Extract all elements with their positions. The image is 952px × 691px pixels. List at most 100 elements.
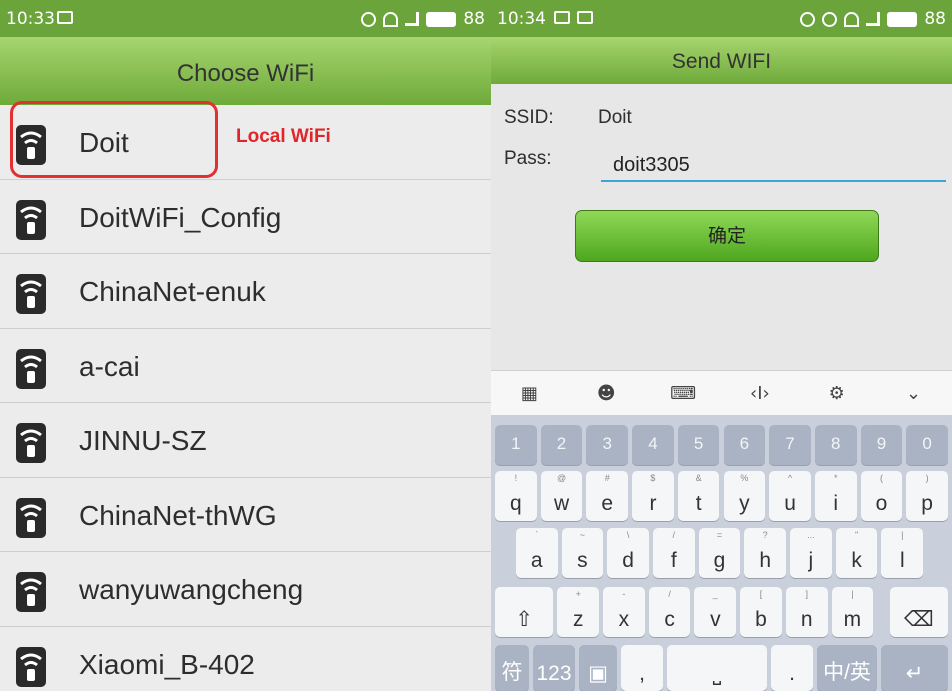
wifi-item-chinanet-thwg[interactable]: ChinaNet-thWG bbox=[0, 478, 491, 552]
key-sublabel: / bbox=[672, 530, 676, 540]
key-label: t bbox=[695, 492, 702, 515]
period-key[interactable]: . bbox=[771, 645, 813, 691]
message-notification-icon bbox=[554, 11, 570, 24]
wifi-icon bbox=[16, 497, 46, 538]
clipboard-key[interactable]: ▣ bbox=[579, 645, 617, 691]
key-sublabel: | bbox=[851, 589, 854, 599]
backspace-key[interactable]: ⌫ bbox=[889, 587, 948, 637]
key-v[interactable]: _ v bbox=[694, 587, 737, 637]
key-label: i bbox=[833, 492, 839, 515]
key-sublabel: % bbox=[740, 473, 749, 483]
sync-icon bbox=[800, 11, 816, 27]
key-x[interactable]: -x bbox=[603, 587, 645, 637]
key-5[interactable]: 5 bbox=[677, 425, 720, 465]
key-2[interactable]: 2 bbox=[540, 425, 583, 465]
confirm-button[interactable]: 确定 bbox=[575, 210, 879, 262]
shift-key[interactable]: ⇧ bbox=[495, 587, 554, 637]
key-g[interactable]: = g bbox=[698, 528, 741, 578]
key-q[interactable]: ! q bbox=[495, 471, 537, 521]
key-6[interactable]: 6 bbox=[723, 425, 766, 465]
key-b[interactable]: [b bbox=[740, 587, 782, 637]
number-mode-key[interactable]: 123 bbox=[533, 645, 575, 691]
key-7[interactable]: 7 bbox=[769, 425, 811, 465]
key-9[interactable]: 9 bbox=[860, 425, 903, 465]
status-bar: 10:34 88 bbox=[491, 0, 952, 37]
key-y[interactable]: % y bbox=[723, 471, 766, 521]
key-label: 3 bbox=[602, 434, 612, 453]
comma-key[interactable]: , bbox=[621, 645, 663, 691]
key-label: 6 bbox=[739, 434, 750, 453]
key-k[interactable]: " k bbox=[835, 528, 878, 578]
emoji-icon[interactable]: ☻ bbox=[594, 381, 618, 405]
language-switch-key[interactable]: 中/英 bbox=[817, 645, 877, 691]
key-label: 2 bbox=[556, 434, 567, 453]
key-3[interactable]: 3 bbox=[586, 425, 629, 465]
key-i[interactable]: * i bbox=[814, 471, 857, 521]
key-sublabel: ~ bbox=[579, 530, 586, 540]
key-label: 9 bbox=[876, 434, 887, 453]
key-n[interactable]: ] n bbox=[785, 587, 828, 637]
key-label: 123 bbox=[536, 662, 572, 685]
key-label: y bbox=[739, 492, 750, 515]
wifi-item-xiaomi-b-402[interactable]: Xiaomi_B-402 bbox=[0, 627, 491, 691]
key-1[interactable]: 1 bbox=[495, 425, 537, 465]
key-t[interactable]: & t bbox=[677, 471, 720, 521]
key-label: . bbox=[789, 662, 795, 685]
wifi-item-chinanet-enuk[interactable]: ChinaNet-enuk bbox=[0, 254, 491, 329]
key-sublabel: * bbox=[833, 473, 838, 483]
ssid-value: Doit bbox=[598, 107, 632, 128]
key-label: ⇧ bbox=[515, 608, 533, 631]
key-r[interactable]: $ r bbox=[632, 471, 674, 521]
password-field[interactable]: doit3305 bbox=[601, 146, 946, 182]
key-sublabel: ! bbox=[514, 473, 518, 483]
symbol-key[interactable]: 符 bbox=[495, 645, 529, 691]
key-sublabel: | bbox=[901, 530, 904, 540]
key-m[interactable]: | m bbox=[831, 587, 874, 637]
key-label: k bbox=[851, 549, 862, 572]
key-w[interactable]: @ w bbox=[540, 471, 583, 521]
key-f[interactable]: / f bbox=[652, 528, 695, 578]
enter-key[interactable]: ↵ bbox=[881, 645, 948, 691]
key-c[interactable]: / c bbox=[648, 587, 691, 637]
key-sublabel: ... bbox=[807, 530, 815, 540]
key-sublabel: ) bbox=[925, 473, 929, 483]
key-sublabel: " bbox=[854, 530, 859, 540]
page-title: Choose WiFi bbox=[0, 37, 491, 105]
apps-grid-icon[interactable]: ▦ bbox=[517, 381, 541, 405]
wifi-item-jinnu-sz[interactable]: JINNU-SZ bbox=[0, 403, 491, 478]
battery-icon bbox=[426, 11, 457, 27]
keyboard-icon[interactable]: ⌨ bbox=[670, 381, 696, 405]
key-a[interactable]: ` a bbox=[515, 528, 558, 578]
wifi-item-a-cai[interactable]: a-cai bbox=[0, 329, 491, 403]
key-d[interactable]: \ d bbox=[607, 528, 649, 578]
cursor-move-icon[interactable]: ‹I› bbox=[748, 381, 772, 405]
key-4[interactable]: 4 bbox=[632, 425, 674, 465]
key-8[interactable]: 8 bbox=[814, 425, 857, 465]
key-l[interactable]: | l bbox=[881, 528, 924, 578]
key-e[interactable]: # e bbox=[586, 471, 629, 521]
key-label: d bbox=[622, 549, 634, 572]
key-p[interactable]: ) p bbox=[906, 471, 948, 521]
key-label: 0 bbox=[922, 434, 932, 453]
key-sublabel: ( bbox=[879, 473, 883, 483]
key-z[interactable]: + z bbox=[557, 587, 600, 637]
key-h[interactable]: ? h bbox=[744, 528, 787, 578]
key-o[interactable]: (o bbox=[860, 471, 903, 521]
settings-gear-icon[interactable]: ⚙ bbox=[825, 381, 849, 405]
key-0[interactable]: 0 bbox=[906, 425, 948, 465]
wifi-name: ChinaNet-thWG bbox=[79, 499, 277, 531]
space-key[interactable]: ⎵ bbox=[667, 645, 767, 691]
wifi-item-wanyuwangcheng[interactable]: wanyuwangcheng bbox=[0, 552, 491, 627]
key-label: z bbox=[572, 608, 584, 631]
key-label: u bbox=[784, 492, 796, 515]
key-j[interactable]: ... j bbox=[790, 528, 832, 578]
key-s[interactable]: ~ s bbox=[561, 528, 604, 578]
wifi-item-doitwifi-config[interactable]: DoitWiFi_Config bbox=[0, 180, 491, 254]
collapse-keyboard-icon[interactable]: ⌄ bbox=[902, 381, 926, 405]
wifi-icon bbox=[16, 423, 46, 463]
alarm-icon bbox=[361, 11, 377, 27]
key-u[interactable]: ^ u bbox=[769, 471, 811, 521]
key-label: g bbox=[713, 549, 726, 572]
key-label: ↵ bbox=[905, 662, 924, 685]
key-label: v bbox=[710, 608, 721, 631]
